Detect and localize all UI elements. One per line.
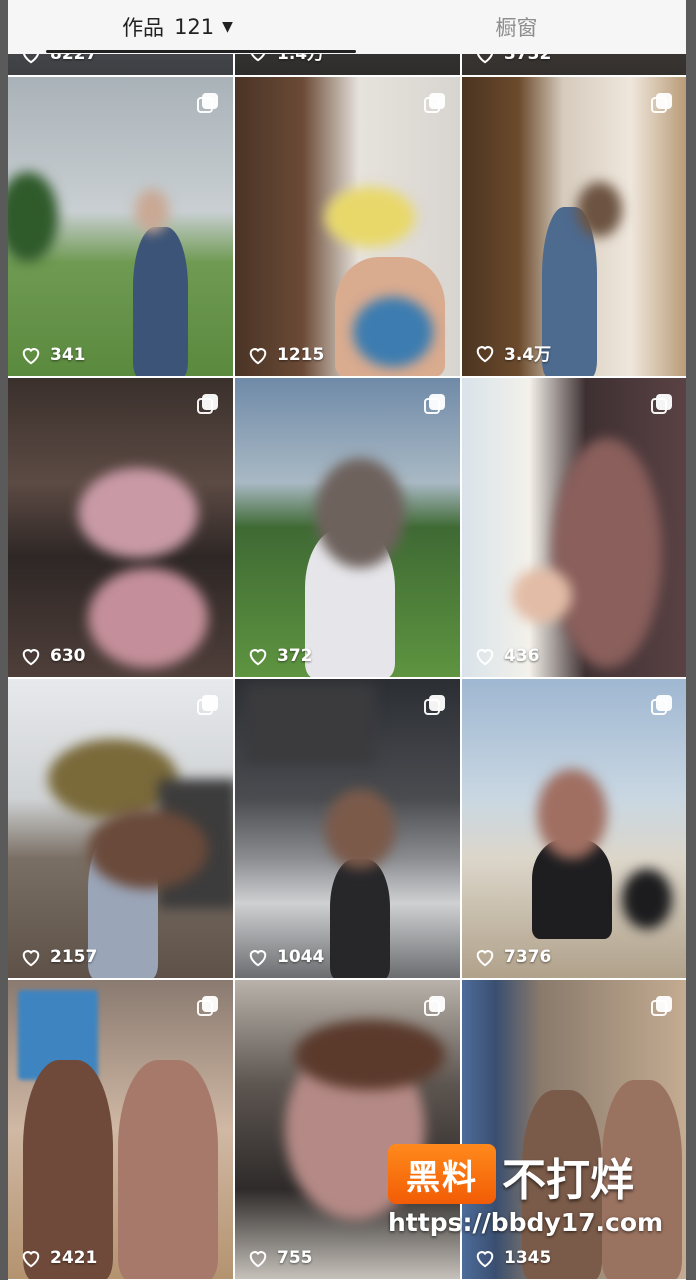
like-count: 2421 <box>20 1248 97 1268</box>
watermark-text: 不打烊 <box>502 1155 634 1206</box>
post-tile[interactable]: 3.4万 <box>462 77 686 376</box>
left-edge-bar <box>0 0 8 1280</box>
heart-icon <box>476 649 494 666</box>
like-count: 341 <box>20 345 86 365</box>
profile-tabs: 作品 121 ▼ 橱窗 <box>8 0 686 54</box>
posts-grid-viewport[interactable]: 8227 1.4万 3732 341 1215 3.4万 630 372 436… <box>8 54 686 1280</box>
blurred-face <box>325 789 395 869</box>
person-silhouette <box>330 859 390 978</box>
person-silhouette <box>133 227 188 376</box>
like-count: 3.4万 <box>474 340 551 365</box>
yellow-hat <box>325 187 415 247</box>
multi-image-icon <box>651 996 673 1018</box>
post-tile[interactable]: 1.4万 <box>235 54 460 75</box>
heart-icon <box>22 348 40 365</box>
posts-grid: 8227 1.4万 3732 341 1215 3.4万 630 372 436… <box>8 54 686 1279</box>
heart-icon <box>476 1251 494 1268</box>
heart-icon <box>249 348 267 365</box>
watermark-badge: 黑料 <box>388 1144 496 1204</box>
active-tab-indicator <box>46 50 356 53</box>
post-tile[interactable]: 436 <box>462 378 686 677</box>
hand-shape <box>512 568 572 623</box>
like-count: 7376 <box>474 947 551 967</box>
blurred-face <box>78 468 198 558</box>
heart-icon <box>22 950 40 967</box>
multi-image-icon <box>424 394 446 416</box>
like-count: 1345 <box>474 1248 551 1268</box>
post-tile[interactable]: 8227 <box>8 54 233 75</box>
tab-works-label: 作品 <box>122 16 165 40</box>
multi-image-icon <box>424 93 446 115</box>
watermark-logo: 黑料 不打烊 <box>388 1142 688 1212</box>
tab-works-count: 121 <box>174 15 215 39</box>
like-count: 755 <box>247 1248 313 1268</box>
post-tile[interactable]: 1044 <box>235 679 460 978</box>
post-tile[interactable]: 2157 <box>8 679 233 978</box>
multi-image-icon <box>651 695 673 717</box>
like-count: 436 <box>474 646 540 666</box>
like-count: 630 <box>20 646 86 666</box>
blurred-face <box>135 189 169 233</box>
heart-icon <box>249 649 267 666</box>
bag-shape <box>622 869 672 929</box>
post-tile[interactable]: 3732 <box>462 54 686 75</box>
hair-shape <box>88 809 208 889</box>
billboard-shape <box>245 684 375 764</box>
multi-image-icon <box>651 93 673 115</box>
multi-image-icon <box>424 695 446 717</box>
like-count: 3732 <box>474 54 551 64</box>
heart-icon <box>249 1251 267 1268</box>
blurred-face <box>537 769 607 859</box>
blurred-face <box>88 568 208 668</box>
tab-works[interactable]: 作品 121 ▼ <box>8 0 347 54</box>
post-tile[interactable]: 341 <box>8 77 233 376</box>
tree-shape <box>8 172 58 262</box>
blurred-face <box>315 458 405 568</box>
heart-icon <box>476 345 494 362</box>
like-count: 1044 <box>247 947 324 967</box>
like-count: 1215 <box>247 345 324 365</box>
like-count: 2157 <box>20 947 97 967</box>
heart-icon <box>23 54 39 64</box>
person-silhouette <box>118 1060 218 1279</box>
like-count: 372 <box>247 646 313 666</box>
multi-image-icon <box>197 695 219 717</box>
like-count: 8227 <box>20 54 97 64</box>
multi-image-icon <box>424 996 446 1018</box>
blurred-face <box>552 438 662 668</box>
person-silhouette <box>23 1060 113 1279</box>
blue-top <box>353 297 433 367</box>
multi-image-icon <box>197 93 219 115</box>
multi-image-icon <box>651 394 673 416</box>
tab-showcase-label: 橱窗 <box>495 16 538 40</box>
heart-icon <box>476 950 494 967</box>
multi-image-icon <box>197 394 219 416</box>
post-tile[interactable]: 630 <box>8 378 233 677</box>
blurred-face <box>577 182 622 237</box>
heart-icon <box>249 950 267 967</box>
post-tile[interactable]: 7376 <box>462 679 686 978</box>
heart-icon <box>477 54 493 64</box>
hair-shape <box>295 1020 445 1090</box>
heart-icon <box>22 649 40 666</box>
heart-icon <box>22 1251 40 1268</box>
multi-image-icon <box>197 996 219 1018</box>
post-tile[interactable]: 372 <box>235 378 460 677</box>
watermark-url: https://bbdy17.com <box>388 1208 664 1237</box>
post-tile[interactable]: 1215 <box>235 77 460 376</box>
post-tile[interactable]: 2421 <box>8 980 233 1279</box>
chevron-down-icon[interactable]: ▼ <box>222 19 233 35</box>
heart-icon <box>251 54 265 61</box>
tab-showcase[interactable]: 橱窗 <box>347 0 686 54</box>
like-count: 1.4万 <box>247 54 324 64</box>
right-edge-bar <box>686 0 696 1280</box>
